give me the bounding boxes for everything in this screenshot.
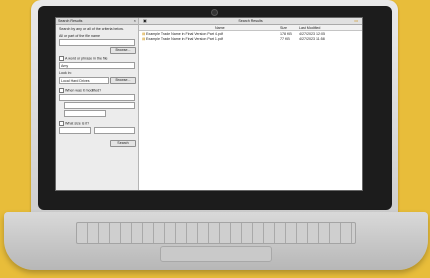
- size-label[interactable]: What size is it?: [59, 121, 89, 126]
- location-value: Local Hard Drives: [61, 78, 90, 83]
- size-value-input[interactable]: [94, 127, 135, 134]
- results-title: Search Results: [238, 19, 263, 23]
- contents-value: Amy: [61, 63, 69, 68]
- contents-input[interactable]: Amy: [59, 62, 135, 69]
- minimize-icon[interactable]: ▭: [354, 18, 358, 23]
- date-checkbox[interactable]: [59, 88, 64, 93]
- result-name: Example Trade Name in Final Version Part…: [146, 36, 223, 41]
- browse-button[interactable]: Browse...: [110, 47, 136, 54]
- name-label: All or part of the file name: [59, 34, 100, 38]
- date-label[interactable]: When was it modified?: [59, 88, 101, 93]
- result-modified: 4/27/2023 11:58: [299, 36, 325, 41]
- col-size[interactable]: Size: [280, 26, 287, 30]
- location-select[interactable]: Local Hard Drives: [59, 77, 109, 84]
- pdf-file-icon: ▤: [142, 31, 146, 36]
- search-button[interactable]: Search: [110, 140, 136, 147]
- location-browse-button[interactable]: Browse...: [110, 77, 136, 84]
- location-label: Look in:: [59, 71, 72, 75]
- col-name[interactable]: Name: [215, 26, 225, 30]
- size-checkbox[interactable]: [59, 121, 64, 126]
- col-modified[interactable]: Last Modified: [299, 26, 320, 30]
- result-name: Example Trade Name in Final Version Part…: [146, 31, 223, 36]
- date-range-input[interactable]: [64, 102, 135, 109]
- results-titlebar: ▣ Search Results ▭: [139, 18, 362, 25]
- search-panel: Search Results × Search by any or all of…: [56, 18, 139, 190]
- date-select[interactable]: [59, 94, 135, 101]
- screen: Search Results × Search by any or all of…: [55, 17, 363, 191]
- table-row[interactable]: ▤ Example Trade Name in Final Version Pa…: [139, 36, 362, 41]
- search-heading: Search by any or all of the criteria bel…: [59, 27, 124, 31]
- date-unit-select[interactable]: [64, 110, 106, 117]
- keyboard: [76, 222, 356, 244]
- search-panel-titlebar: Search Results ×: [56, 18, 138, 25]
- result-size: 77 KB: [280, 36, 290, 41]
- trackpad: [160, 246, 272, 262]
- results-panel: ▣ Search Results ▭ Name Size Last Modifi…: [139, 18, 362, 190]
- webcam: [211, 9, 218, 16]
- search-panel-title: Search Results: [58, 19, 83, 23]
- size-compare-select[interactable]: [59, 127, 91, 134]
- name-input[interactable]: [59, 39, 135, 46]
- contents-label[interactable]: A word or phrase in the file: [59, 56, 108, 61]
- close-icon[interactable]: ×: [134, 18, 136, 23]
- result-modified: 4/27/2023 12:05: [299, 31, 325, 36]
- contents-checkbox[interactable]: [59, 56, 64, 61]
- result-size: 178 KB: [280, 31, 292, 36]
- laptop-scene: Search Results × Search by any or all of…: [0, 0, 430, 278]
- pdf-file-icon: ▤: [142, 36, 146, 41]
